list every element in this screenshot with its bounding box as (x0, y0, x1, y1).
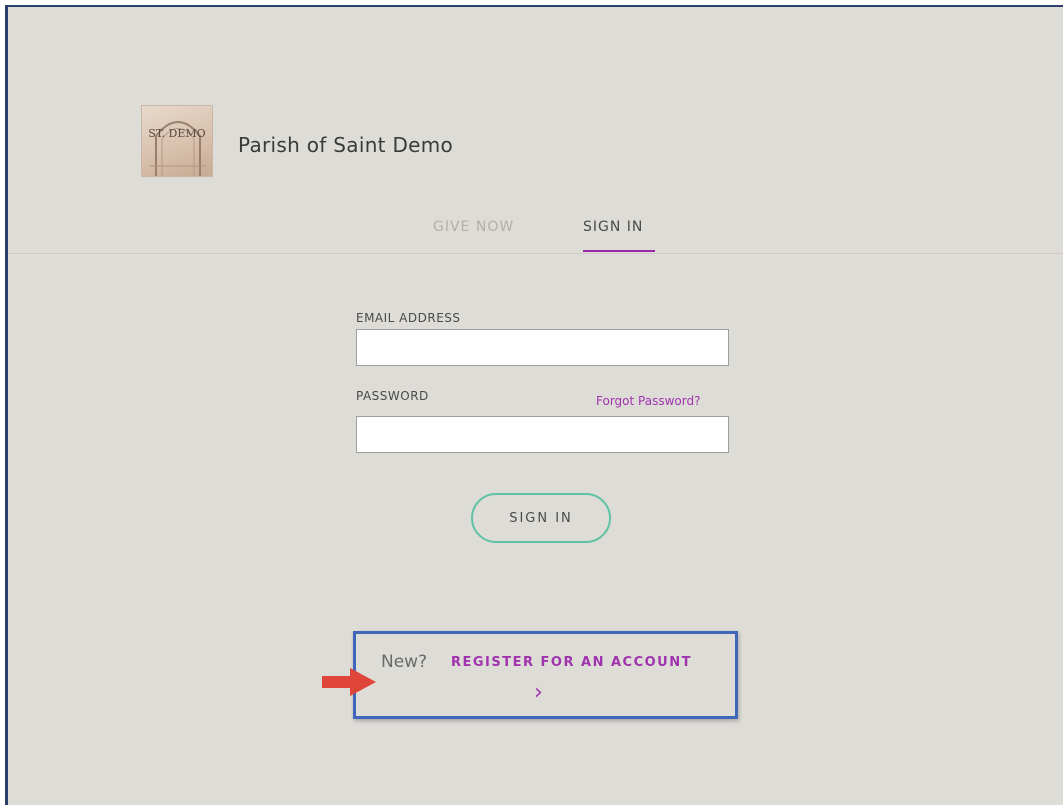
red-arrow-right-icon (322, 668, 376, 696)
church-window-icon (150, 121, 206, 176)
parish-name: Parish of Saint Demo (238, 133, 454, 157)
tab-sign-in[interactable]: SIGN IN (583, 219, 643, 235)
password-field[interactable] (356, 416, 729, 453)
tab-give-now[interactable]: GIVE NOW (433, 219, 514, 235)
password-label: PASSWORD (356, 389, 429, 403)
tabs-divider (8, 253, 1063, 254)
parish-logo: ST. DEMO (141, 105, 213, 177)
email-label: EMAIL ADDRESS (356, 311, 461, 325)
screenshot-frame: ST. DEMO Parish of Saint Demo GIVE NOW S… (0, 0, 1063, 808)
active-tab-indicator (583, 250, 655, 252)
sign-in-page: ST. DEMO Parish of Saint Demo GIVE NOW S… (5, 5, 1063, 805)
register-account-link[interactable]: REGISTER FOR AN ACCOUNT (451, 655, 692, 670)
new-user-prompt: New? (381, 652, 428, 672)
sign-in-button[interactable]: SIGN IN (471, 493, 611, 543)
chevron-right-icon[interactable]: › (534, 680, 543, 705)
logo-text: ST. DEMO (148, 127, 206, 140)
email-field[interactable] (356, 329, 729, 366)
forgot-password-link[interactable]: Forgot Password? (596, 394, 700, 408)
register-highlight-box: New? REGISTER FOR AN ACCOUNT › (353, 631, 738, 719)
